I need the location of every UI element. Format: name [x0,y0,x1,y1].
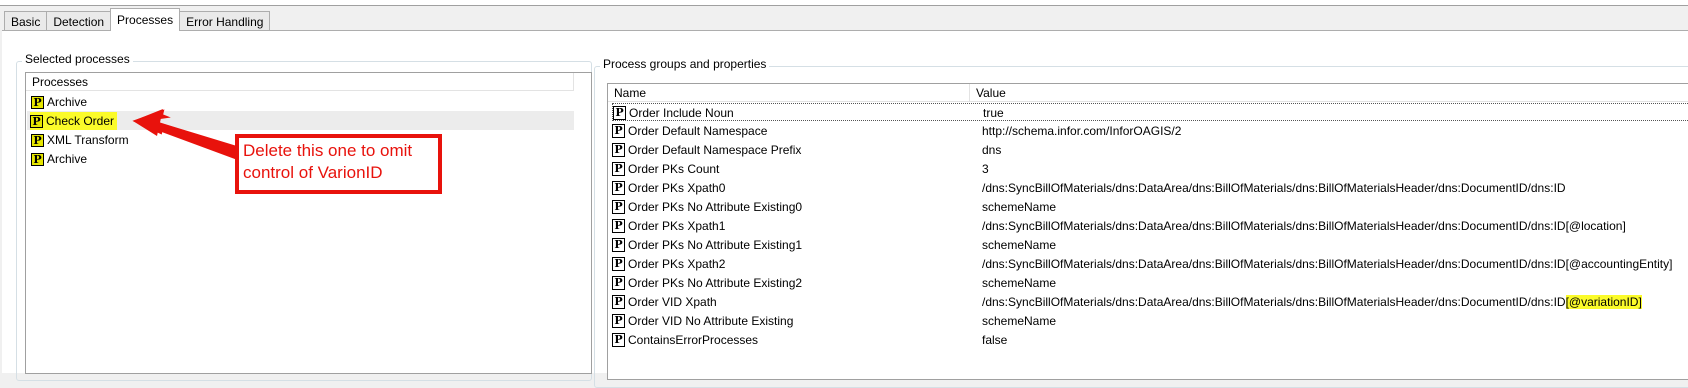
property-icon: P [613,106,626,120]
property-icon: P [612,219,625,233]
process-label: Archive [47,95,88,109]
process-groups-title: Process groups and properties [600,57,770,71]
property-icon: P [612,295,625,309]
property-icon: P [612,314,625,328]
table-row[interactable]: P Order PKs Xpath0 /dns:SyncBillOfMateria… [612,179,1688,197]
property-value: schemeName [982,276,1057,290]
window-top-edge [0,0,1688,6]
list-item[interactable]: P Archive [31,93,87,111]
table-row[interactable]: P Order PKs No Attribute Existing1 scheme… [612,236,1688,254]
property-value: schemeName [982,238,1057,252]
table-row[interactable]: P Order PKs Xpath1 /dns:SyncBillOfMateria… [612,217,1688,235]
property-value: schemeName [982,200,1057,214]
property-icon: P [612,162,625,176]
property-value: true [983,106,1004,120]
tab-basic[interactable]: Basic [4,11,48,31]
property-name: Order PKs No Attribute Existing1 [628,238,803,252]
tab-bar: Basic Detection Processes Error Handling [4,8,271,31]
annotation-callout: Delete this one to omit control of Vario… [235,134,442,194]
property-value: http://schema.infor.com/InforOAGIS/2 [982,124,1182,138]
property-icon: P [612,257,625,271]
property-icon: P [612,333,625,347]
highlighted-value-part: [@variationID] [1565,295,1642,309]
property-name: Order PKs No Attribute Existing2 [628,276,803,290]
property-value-text: /dns:SyncBillOfMaterials/dns:DataArea/dn… [982,295,1566,309]
table-row[interactable]: P Order Default Namespace http://schema.i… [612,122,1688,140]
property-value: /dns:SyncBillOfMaterials/dns:DataArea/dn… [982,181,1566,195]
tab-processes[interactable]: Processes [110,8,181,31]
table-row[interactable]: P Order PKs No Attribute Existing2 scheme… [612,274,1688,292]
property-value: dns [982,143,1002,157]
property-value: schemeName [982,314,1057,328]
property-icon: P [612,276,625,290]
value-column-header[interactable]: Value [970,84,1688,102]
processes-column-header[interactable]: Processes [26,73,574,91]
property-value: /dns:SyncBillOfMaterials/dns:DataArea/dn… [982,257,1673,271]
name-column-header[interactable]: Name [608,84,970,102]
tab-error-handling[interactable]: Error Handling [179,11,271,31]
property-value: /dns:SyncBillOfMaterials/dns:DataArea/dn… [982,293,1642,311]
table-row[interactable]: P Order PKs No Attribute Existing0 scheme… [612,198,1688,216]
process-label: Archive [47,152,88,166]
table-row[interactable]: P Order Default Namespace Prefix dns [612,141,1688,159]
list-item-check-order[interactable]: P Check Order [30,112,118,130]
property-name: Order VID Xpath [628,295,717,309]
property-name: Order PKs Count [628,162,720,176]
property-name: Order VID No Attribute Existing [628,314,794,328]
list-item[interactable]: P Archive [31,150,87,168]
property-icon: P [612,143,625,157]
process-label: Check Order [46,114,115,128]
process-label: XML Transform [47,133,129,147]
process-icon: P [31,133,44,147]
property-icon: P [612,124,625,138]
property-name: Order Include Noun [629,106,734,120]
property-name: Order Default Namespace [628,124,768,138]
selected-processes-title: Selected processes [22,52,133,66]
property-name: Order PKs Xpath1 [628,219,726,233]
table-row[interactable]: P Order PKs Xpath2 /dns:SyncBillOfMateria… [612,255,1688,273]
property-name: Order PKs Xpath2 [628,257,726,271]
process-icon: P [30,114,43,128]
property-value: /dns:SyncBillOfMaterials/dns:DataArea/dn… [982,219,1626,233]
property-name: Order PKs No Attribute Existing0 [628,200,803,214]
processes-list[interactable]: Processes P Archive P Check Order P XML … [25,72,592,374]
property-name: Order PKs Xpath0 [628,181,726,195]
tab-detection[interactable]: Detection [46,11,112,31]
table-row[interactable]: P Order PKs Count 3 [612,160,1688,178]
table-row[interactable]: P ContainsErrorProcesses false [612,331,1688,349]
list-item[interactable]: P XML Transform [31,131,129,149]
property-name: Order Default Namespace Prefix [628,143,802,157]
property-icon: P [612,200,625,214]
property-name: ContainsErrorProcesses [628,333,759,347]
table-row[interactable]: P Order VID Xpath /dns:SyncBillOfMaterial… [612,293,1688,311]
property-icon: P [612,181,625,195]
properties-table[interactable]: Name Value P Order Include Noun true P Ord… [607,83,1688,380]
table-row[interactable]: P Order Include Noun true [612,103,1688,121]
property-value: 3 [982,162,989,176]
table-row[interactable]: P Order VID No Attribute Existing schemeN… [612,312,1688,330]
property-icon: P [612,238,625,252]
property-value: false [982,333,1008,347]
process-icon: P [31,152,44,166]
process-icon: P [31,95,44,109]
